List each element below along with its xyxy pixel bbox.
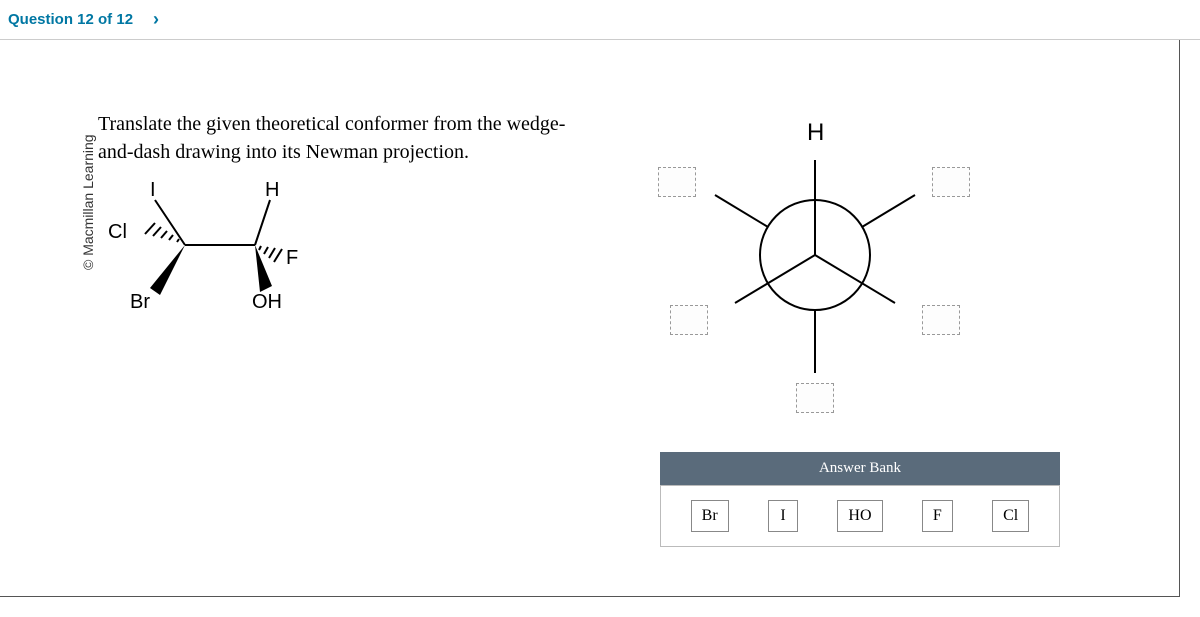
answer-bank-title: Answer Bank bbox=[660, 452, 1060, 485]
question-header: Question 12 of 12 › bbox=[0, 0, 1200, 40]
bank-item-i[interactable]: I bbox=[768, 500, 798, 532]
wedge-dash-drawing: I Cl Br H F OH bbox=[100, 180, 360, 320]
newman-label-top: H bbox=[807, 119, 824, 146]
dropzone-back-left[interactable] bbox=[658, 167, 696, 197]
question-prompt: Translate the given theoretical conforme… bbox=[98, 110, 568, 166]
answer-bank-body: Br I HO F Cl bbox=[660, 485, 1060, 547]
next-question-icon[interactable]: › bbox=[153, 9, 159, 30]
main-panel: © Macmillan Learning Translate the given… bbox=[0, 40, 1180, 597]
question-number: Question 12 of 12 bbox=[8, 11, 133, 28]
wedge-label-Br: Br bbox=[130, 291, 150, 313]
wedge-label-OH: OH bbox=[252, 291, 282, 313]
bank-item-ho[interactable]: HO bbox=[837, 500, 882, 532]
wedge-label-Cl: Cl bbox=[108, 221, 127, 243]
copyright-label: © Macmillan Learning bbox=[80, 134, 96, 270]
wedge-label-H: H bbox=[265, 180, 279, 201]
dropzone-back-bottom[interactable] bbox=[796, 383, 834, 413]
answer-bank: Answer Bank Br I HO F Cl bbox=[660, 452, 1060, 547]
dropzone-front-left[interactable] bbox=[670, 305, 708, 335]
newman-projection: H bbox=[640, 105, 990, 425]
dropzone-back-right[interactable] bbox=[932, 167, 970, 197]
bank-item-br[interactable]: Br bbox=[691, 500, 729, 532]
bank-item-f[interactable]: F bbox=[922, 500, 953, 532]
dropzone-front-right[interactable] bbox=[922, 305, 960, 335]
wedge-label-I: I bbox=[150, 180, 156, 201]
wedge-label-F: F bbox=[286, 247, 298, 269]
bank-item-cl[interactable]: Cl bbox=[992, 500, 1029, 532]
